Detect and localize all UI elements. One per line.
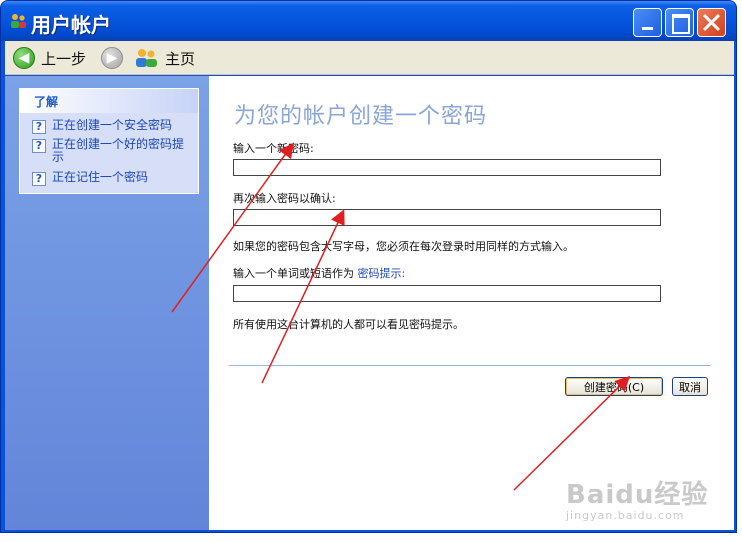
user-accounts-icon [11,14,26,28]
new-password-label: 输入一个新密码: [233,142,314,155]
help-icon: ? [32,120,46,134]
hint-visibility-notice: 所有使用这台计算机的人都可以看见密码提示。 [233,318,464,331]
learn-about-header: 了解 [20,89,198,113]
confirm-password-label: 再次输入密码以确认: [233,192,336,205]
help-icon: ? [32,172,46,186]
title-bar[interactable]: 用户帐户 [1,1,736,41]
forward-button[interactable]: ▶ [101,47,123,69]
sidebar-item-good-hint[interactable]: ? 正在创建一个好的密码提示 [32,138,192,164]
watermark: Baidu经验 jingyan.baidu.com [566,474,708,522]
forward-arrow-icon: ▶ [101,47,123,69]
sidebar-item-label: 正在创建一个安全密码 [52,118,173,132]
new-password-field-box [233,159,661,179]
confirm-password-field-box [233,209,661,229]
maximize-button[interactable] [665,8,694,37]
users-home-icon [136,49,157,67]
sidebar-item-label: 正在创建一个好的密码提示 [52,137,185,164]
confirm-password-input[interactable] [234,214,660,229]
learn-about-panel: 了解 ? 正在创建一个安全密码 ? 正在创建一个好的密码提示 ? 正在记住一个密… [19,88,199,194]
content-area: 了解 ? 正在创建一个安全密码 ? 正在创建一个好的密码提示 ? 正在记住一个密… [5,76,734,530]
user-accounts-window: 用户帐户 ◀ 上一步 ▶ 主页 了解 ? 正在创建一个安全密码 ? 正在创建一个… [0,0,737,533]
password-hint-input[interactable] [234,290,660,305]
password-hint-link[interactable]: 密码提示: [358,267,406,280]
back-button[interactable]: ◀ 上一步 [13,47,86,69]
password-hint-label: 输入一个单词或短语作为 密码提示: [233,265,405,281]
home-button[interactable]: 主页 [135,47,195,69]
task-pane: 了解 ? 正在创建一个安全密码 ? 正在创建一个好的密码提示 ? 正在记住一个密… [5,76,209,530]
back-arrow-icon: ◀ [13,47,35,69]
navigation-toolbar: ◀ 上一步 ▶ 主页 [5,41,734,75]
sidebar-item-remember-password[interactable]: ? 正在记住一个密码 [32,171,148,186]
watermark-logo: Baidu经验 [566,480,709,510]
cancel-button[interactable]: 取消 [672,377,708,396]
back-button-label: 上一步 [41,49,87,68]
divider [229,365,711,366]
help-icon: ? [32,139,46,153]
close-button[interactable] [697,8,726,37]
window-title: 用户帐户 [31,13,111,37]
new-password-input[interactable] [234,164,660,179]
password-hint-field-box [233,285,661,305]
case-sensitivity-notice: 如果您的密码包含大写字母，您必须在每次登录时用同样的方式输入。 [233,240,574,253]
password-hint-label-text: 输入一个单词或短语作为 [233,267,354,280]
create-password-form: 为您的帐户创建一个密码 输入一个新密码: 再次输入密码以确认: 如果您的密码包含… [209,76,734,530]
create-password-button[interactable]: 创建密码(C) [565,377,663,396]
page-title: 为您的帐户创建一个密码 [234,104,488,129]
home-button-label: 主页 [165,49,196,68]
sidebar-item-label: 正在记住一个密码 [52,170,149,184]
minimize-button[interactable] [633,8,662,37]
sidebar-item-secure-password[interactable]: ? 正在创建一个安全密码 [32,119,172,134]
